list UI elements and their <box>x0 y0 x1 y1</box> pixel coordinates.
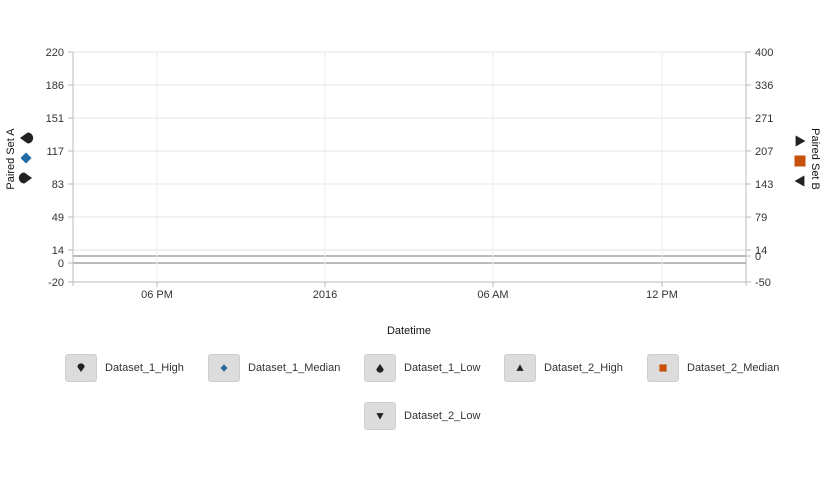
right-tick-labels: 40033627120714379140-50 <box>746 47 773 289</box>
left-tick-label: 117 <box>46 146 64 158</box>
dataset-2-median-axis-marker <box>794 155 806 167</box>
legend-swatch <box>208 354 240 382</box>
left-tick-label: -20 <box>48 277 64 289</box>
legend-marker-icon <box>376 364 384 373</box>
left-tick-label: 186 <box>46 80 64 92</box>
legend-item-dataset-1-high[interactable]: Dataset_1_High <box>65 354 184 382</box>
dataset-2-high-axis-marker <box>795 135 806 147</box>
legend-marker-shape <box>376 364 384 373</box>
legend-swatch <box>65 354 97 382</box>
x-tick-labels: 06 PM 2016 06 AM 12 PM <box>141 282 678 301</box>
legend-marker-shape <box>659 364 667 372</box>
right-tick-label: 271 <box>755 113 773 125</box>
right-tick-label: 0 <box>755 251 761 263</box>
dataset-1-low-axis-marker <box>18 172 33 184</box>
legend-label: Dataset_1_Low <box>404 362 481 374</box>
right-tick-label: 207 <box>755 146 773 158</box>
legend-marker-icon <box>220 364 228 372</box>
left-tick-label: 0 <box>58 258 64 270</box>
left-axis-title: Paired Set A <box>5 128 17 190</box>
right-tick-label: 400 <box>755 47 773 59</box>
legend-swatch <box>647 354 679 382</box>
right-tick-label: 336 <box>755 80 773 92</box>
legend-swatch <box>364 354 396 382</box>
legend-marker-icon <box>376 413 384 420</box>
legend-swatch <box>504 354 536 382</box>
left-axis-series-markers <box>18 132 34 184</box>
legend-label: Dataset_2_Median <box>687 362 780 374</box>
legend-label: Dataset_1_Median <box>248 362 341 374</box>
left-tick-label: 220 <box>46 47 64 59</box>
legend-marker-icon <box>659 364 667 372</box>
left-tick-label: 14 <box>52 245 64 257</box>
legend-item-dataset-2-low[interactable]: Dataset_2_Low <box>364 402 480 430</box>
x-tick-label: 06 AM <box>477 289 508 301</box>
dataset-1-median-axis-marker <box>20 152 32 164</box>
dataset-2-low-axis-marker <box>794 175 805 187</box>
legend-marker-shape <box>516 364 524 371</box>
left-tick-label: 49 <box>52 212 64 224</box>
x-tick-label: 06 PM <box>141 289 173 301</box>
right-axis-title: Paired Set B <box>809 128 821 190</box>
x-tick-label: 2016 <box>313 289 337 301</box>
legend-marker-shape <box>220 364 228 372</box>
legend-marker-shape <box>77 363 85 372</box>
right-tick-label: 143 <box>755 179 773 191</box>
x-axis-title: Datetime <box>387 325 431 337</box>
legend-marker-icon <box>516 364 524 371</box>
legend-label: Dataset_2_High <box>544 362 623 374</box>
dataset-1-high-axis-marker <box>19 132 34 144</box>
legend-item-dataset-1-median[interactable]: Dataset_1_Median <box>208 354 340 382</box>
legend-swatch <box>364 402 396 430</box>
legend-marker-shape <box>376 413 384 420</box>
legend-item-dataset-2-high[interactable]: Dataset_2_High <box>504 354 623 382</box>
legend-item-dataset-2-median[interactable]: Dataset_2_Median <box>647 354 779 382</box>
right-tick-label: 79 <box>755 212 767 224</box>
legend-label: Dataset_2_Low <box>404 410 481 422</box>
left-tick-labels: 220 186 151 117 83 49 140 -20 <box>46 47 73 289</box>
right-tick-label: -50 <box>755 277 771 289</box>
x-tick-label: 12 PM <box>646 289 678 301</box>
legend-item-dataset-1-low[interactable]: Dataset_1_Low <box>364 354 480 382</box>
legend-marker-icon <box>77 363 85 372</box>
axes <box>72 52 747 286</box>
left-tick-label: 151 <box>46 113 64 125</box>
right-axis-series-markers <box>794 135 806 187</box>
grid <box>73 51 746 282</box>
left-tick-label: 83 <box>52 179 64 191</box>
legend-label: Dataset_1_High <box>105 362 184 374</box>
